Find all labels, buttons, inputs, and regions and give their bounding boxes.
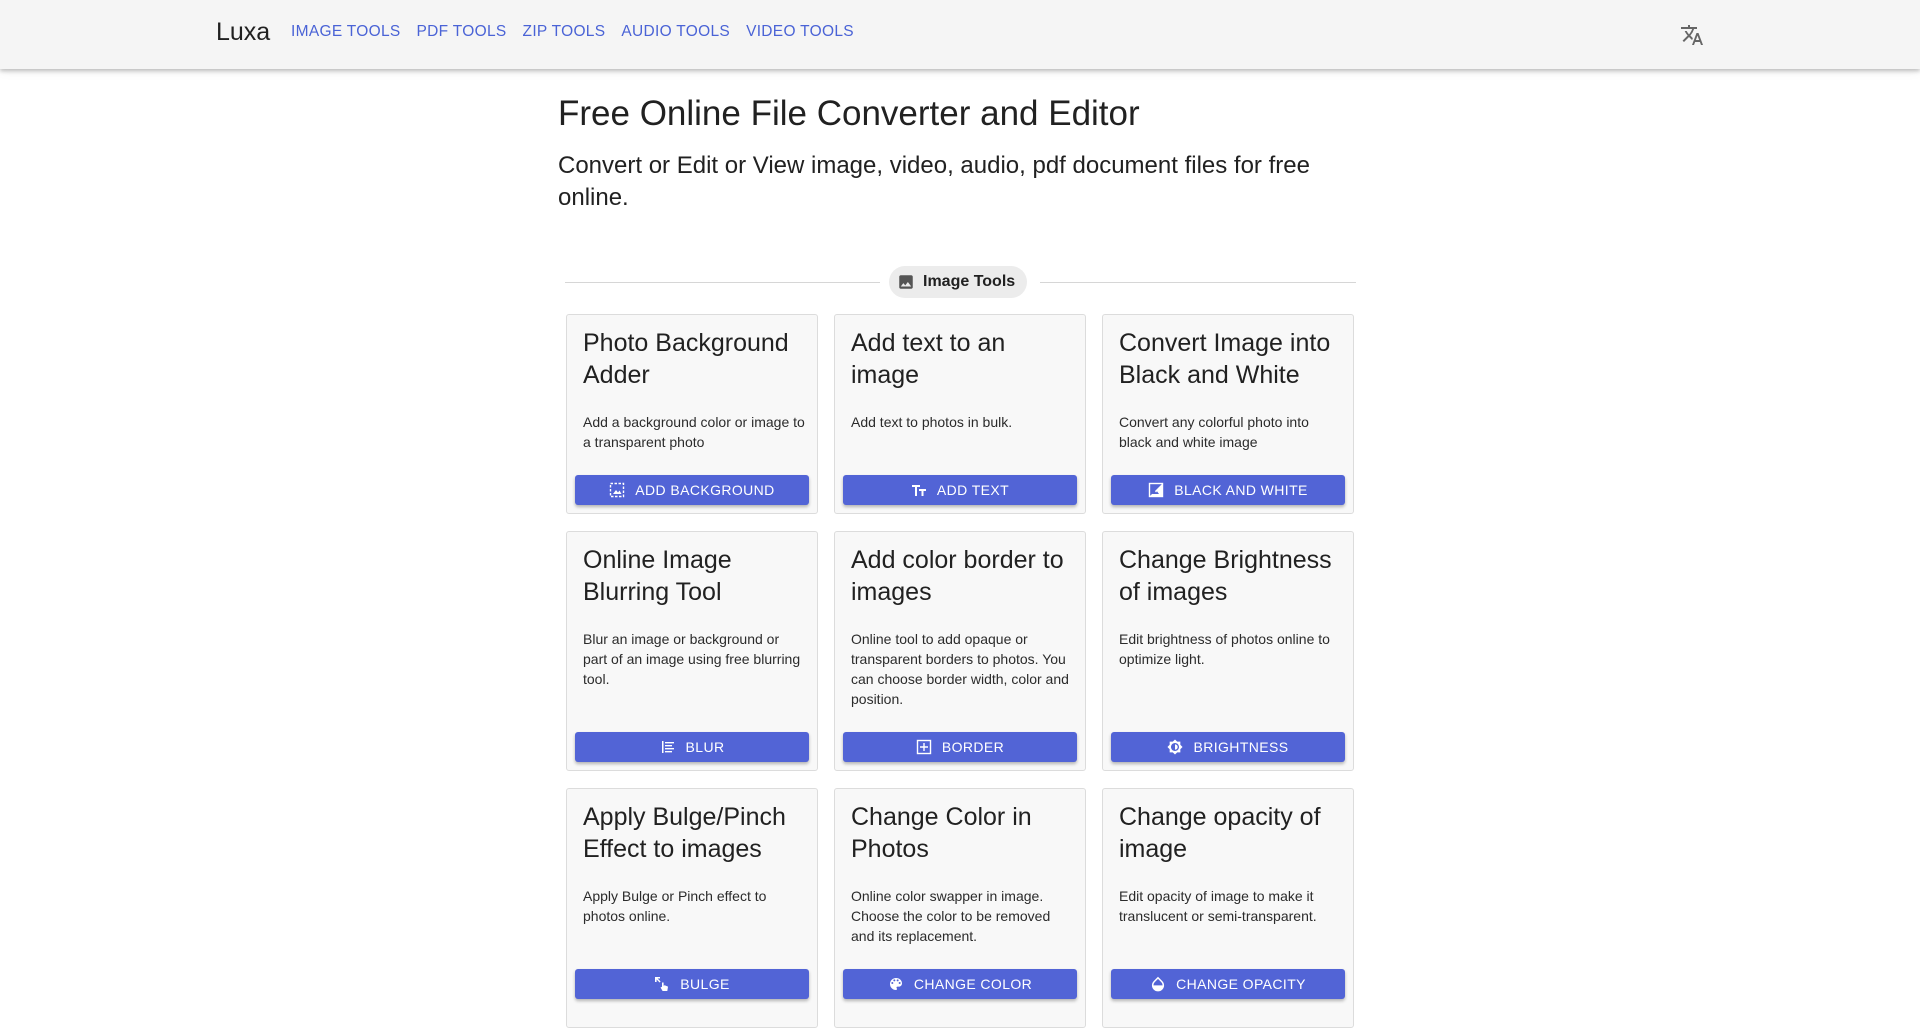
section-label: Image Tools [923, 273, 1016, 290]
button-label: ADD TEXT [936, 482, 1010, 498]
blur-button[interactable]: BLUR [575, 732, 809, 762]
card-description: Add text to photos in bulk. [851, 414, 1013, 430]
page-subtitle: Convert or Edit or View image, video, au… [558, 152, 1310, 211]
card-description: Online tool to add opaque or transparent… [851, 631, 1069, 707]
card-title: Photo Background Adder [583, 329, 789, 389]
nav-image-tools[interactable]: IMAGE TOOLS [291, 23, 401, 41]
card-description: Edit brightness of photos online to opti… [1119, 631, 1330, 667]
card-description: Apply Bulge or Pinch effect to photos on… [583, 888, 767, 924]
card-description: Add a background color or image to a tra… [583, 414, 805, 450]
card-title: Convert Image into Black and White [1119, 329, 1331, 389]
border-icon [916, 739, 932, 755]
image-icon [899, 275, 913, 289]
add-background-button[interactable]: ADD BACKGROUND [575, 475, 809, 505]
pinch-icon [655, 977, 669, 991]
language-button[interactable] [1675, 18, 1709, 52]
card-title: Change opacity of image [1119, 803, 1321, 863]
border-button[interactable]: BORDER [843, 732, 1077, 762]
text-format-icon [911, 485, 926, 496]
brightness-button[interactable]: BRIGHTNESS [1111, 732, 1345, 762]
card-title: Change Color in Photos [851, 803, 1032, 863]
add-text-button[interactable]: ADD TEXT [843, 475, 1077, 505]
button-label: CHANGE OPACITY [1176, 976, 1306, 992]
nav-zip-tools[interactable]: ZIP TOOLS [523, 23, 606, 41]
section-chip: Image Tools [889, 266, 1028, 298]
app-bar: Luxa IMAGE TOOLS PDF TOOLS ZIP TOOLS AUD… [0, 0, 1920, 69]
opacity-icon [1152, 976, 1165, 992]
card-description: Convert any colorful photo into black an… [1119, 414, 1309, 450]
palette-icon [889, 978, 902, 990]
card-description: Edit opacity of image to make it translu… [1119, 888, 1317, 924]
button-label: BLACK AND WHITE [1174, 482, 1308, 498]
brand-logo[interactable]: Luxa [216, 0, 270, 64]
card-description: Blur an image or background or part of a… [583, 631, 801, 687]
button-label: BULGE [680, 976, 730, 992]
section-divider-right [1040, 282, 1356, 283]
main-nav: IMAGE TOOLS PDF TOOLS ZIP TOOLS AUDIO TO… [291, 0, 870, 64]
tool-card-black-white: Convert Image into Black and White Conve… [1102, 314, 1354, 514]
card-description: Online color swapper in image. Choose th… [851, 888, 1051, 944]
image-frame-icon [610, 482, 625, 498]
tool-card-blur: Online Image Blurring Tool Blur an image… [566, 531, 818, 771]
card-title: Online Image Blurring Tool [583, 546, 732, 606]
nav-pdf-tools[interactable]: PDF TOOLS [417, 23, 507, 41]
card-title: Add color border to images [851, 546, 1064, 606]
black-white-icon [1149, 482, 1164, 498]
change-opacity-button[interactable]: CHANGE OPACITY [1111, 969, 1345, 999]
tool-card-add-text: Add text to an image Add text to photos … [834, 314, 1086, 514]
card-title: Add text to an image [851, 329, 1006, 389]
card-title: Change Brightness of images [1119, 546, 1332, 606]
card-title: Apply Bulge/Pinch Effect to images [583, 803, 786, 863]
tool-card-border: Add color border to images Online tool t… [834, 531, 1086, 771]
button-label: CHANGE COLOR [913, 976, 1033, 992]
bulge-button[interactable]: BULGE [575, 969, 809, 999]
nav-video-tools[interactable]: VIDEO TOOLS [746, 23, 854, 41]
blur-icon [661, 741, 674, 753]
tool-card-bulge: Apply Bulge/Pinch Effect to images Apply… [566, 788, 818, 1028]
nav-audio-tools[interactable]: AUDIO TOOLS [621, 23, 730, 41]
section-divider-left [565, 282, 880, 283]
button-label: BORDER [941, 739, 1005, 755]
tool-card-change-color: Change Color in Photos Online color swap… [834, 788, 1086, 1028]
tool-card-opacity: Change opacity of image Edit opacity of … [1102, 788, 1354, 1028]
page-title: Free Online File Converter and Editor [558, 94, 1140, 133]
translate-icon [1681, 25, 1703, 45]
tool-card-background: Photo Background Adder Add a background … [566, 314, 818, 514]
button-label: ADD BACKGROUND [635, 482, 775, 498]
black-and-white-button[interactable]: BLACK AND WHITE [1111, 475, 1345, 505]
tool-card-brightness: Change Brightness of images Edit brightn… [1102, 531, 1354, 771]
change-color-button[interactable]: CHANGE COLOR [843, 969, 1077, 999]
brightness-icon [1167, 739, 1184, 755]
button-label: BLUR [685, 739, 725, 755]
button-label: BRIGHTNESS [1193, 739, 1289, 755]
